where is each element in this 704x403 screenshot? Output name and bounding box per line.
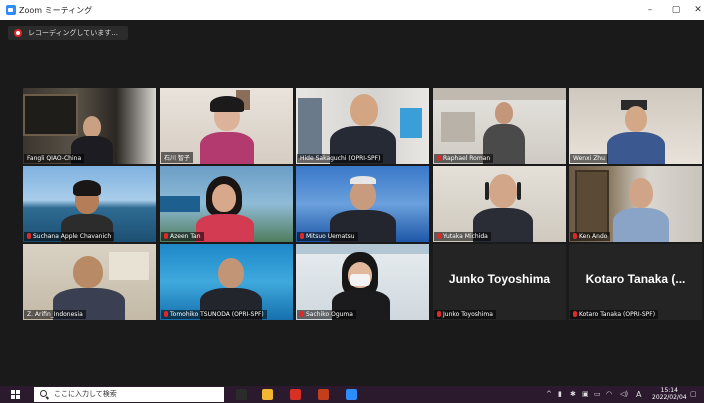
windows-start-icon[interactable] [11,390,20,399]
task-view-icon[interactable] [236,389,247,400]
powerpoint-icon[interactable] [318,389,329,400]
search-placeholder: ここに入力して検索 [54,390,117,398]
participant-tile-active-speaker[interactable]: Z. Arifin_Indonesia [23,244,156,320]
mic-muted-icon [573,311,577,317]
participant-name: Junko Toyoshima [434,310,496,319]
participant-name: Suchana Apple Chavanich [24,232,115,241]
participant-tile[interactable]: Hide Sakaguchi (OPRI-SPF) [296,88,429,164]
clock-time: 15:14 [660,387,678,394]
participant-name: Mitsuo Uematsu [297,232,358,241]
volume-icon[interactable]: ◁) [620,390,628,398]
participant-name: Raphael Roman [434,154,494,163]
search-icon [40,390,47,397]
mic-muted-icon [300,311,304,317]
participant-name: Azeen Tan [161,232,204,241]
zoom-logo-icon [6,5,16,15]
participant-tile[interactable]: Azeen Tan [160,166,293,242]
participant-tile[interactable]: Kotaro Tanaka (... Kotaro Tanaka (OPRI-S… [569,244,702,320]
display-icon[interactable]: ▣ [582,390,589,398]
mic-muted-icon [437,311,441,317]
recording-icon [14,29,22,37]
participant-name: Fangli QIAO-China [24,154,85,163]
taskbar-clock[interactable]: 15:14 2022/02/04 [652,387,687,401]
meeting-area: レコーディングしています... Fangli QIAO-China 石川 智子 [0,20,704,386]
recording-label: レコーディングしています... [28,29,118,37]
mic-muted-icon [164,233,168,239]
zoom-app-icon[interactable] [346,389,357,400]
file-explorer-icon[interactable] [262,389,273,400]
close-button[interactable]: ✕ [690,3,704,17]
tray-chevron-icon[interactable]: ^ [546,390,552,398]
participant-name: Yutaka Michida [434,232,491,241]
participant-name: Kotaro Tanaka (OPRI-SPF) [570,310,659,319]
participant-name: Wenxi Zhu [570,154,608,163]
tray-app-icon[interactable]: ✱ [570,390,576,398]
clock-date: 2022/02/04 [652,394,687,401]
window-title: Zoom ミーティング [19,6,93,15]
participant-tile[interactable]: Wenxi Zhu [569,88,702,164]
acrobat-icon[interactable] [290,389,301,400]
minimize-button[interactable]: – [642,3,658,17]
participant-display-name: Junko Toyoshima [448,272,551,286]
mic-muted-icon [437,155,441,161]
mic-muted-icon [27,233,31,239]
participant-name: Ken Ando [570,232,611,241]
mic-muted-icon [300,233,304,239]
title-bar: Zoom ミーティング – ▢ ✕ [0,0,704,20]
participant-name: 石川 智子 [161,152,193,163]
participant-tile[interactable]: Suchana Apple Chavanich [23,166,156,242]
mic-muted-icon [437,233,441,239]
recording-indicator[interactable]: レコーディングしています... [8,26,128,40]
participant-tile[interactable]: Junko Toyoshima Junko Toyoshima [433,244,566,320]
zoom-window: Zoom ミーティング – ▢ ✕ レコーディングしています... Fangli… [0,0,704,403]
participant-tile[interactable]: Raphael Roman [433,88,566,164]
participant-name: Tomohiko TSUNODA (OPRI-SPF) [161,310,267,319]
participant-tile[interactable]: 石川 智子 [160,88,293,164]
gallery-grid: Fangli QIAO-China 石川 智子 Hide Sakaguchi (… [23,88,703,320]
maximize-button[interactable]: ▢ [668,3,684,17]
wifi-icon[interactable]: ◠ [606,390,612,398]
taskbar-search-box[interactable]: ここに入力して検索 [34,387,224,402]
participant-name: Hide Sakaguchi (OPRI-SPF) [297,154,384,163]
participant-tile[interactable]: Sachiko Oguma [296,244,429,320]
participant-tile[interactable]: Yutaka Michida [433,166,566,242]
participant-name: Sachiko Oguma [297,310,356,319]
battery-icon[interactable]: ▭ [594,390,601,398]
participant-tile[interactable]: Tomohiko TSUNODA (OPRI-SPF) [160,244,293,320]
participant-tile[interactable]: Fangli QIAO-China [23,88,156,164]
participant-name: Z. Arifin_Indonesia [24,310,86,319]
windows-taskbar: ここに入力して検索 ^ ▮ ✱ ▣ ▭ ◠ ◁) A 15:14 2022/02… [0,386,704,403]
mic-muted-icon [164,311,168,317]
participant-display-name: Kotaro Tanaka (... [585,272,686,286]
notification-icon[interactable]: ▢ [690,390,697,398]
network-icon[interactable]: ▮ [558,390,562,398]
participant-tile[interactable]: Mitsuo Uematsu [296,166,429,242]
ime-indicator[interactable]: A [636,390,641,399]
participant-tile[interactable]: Ken Ando [569,166,702,242]
mic-muted-icon [573,233,577,239]
